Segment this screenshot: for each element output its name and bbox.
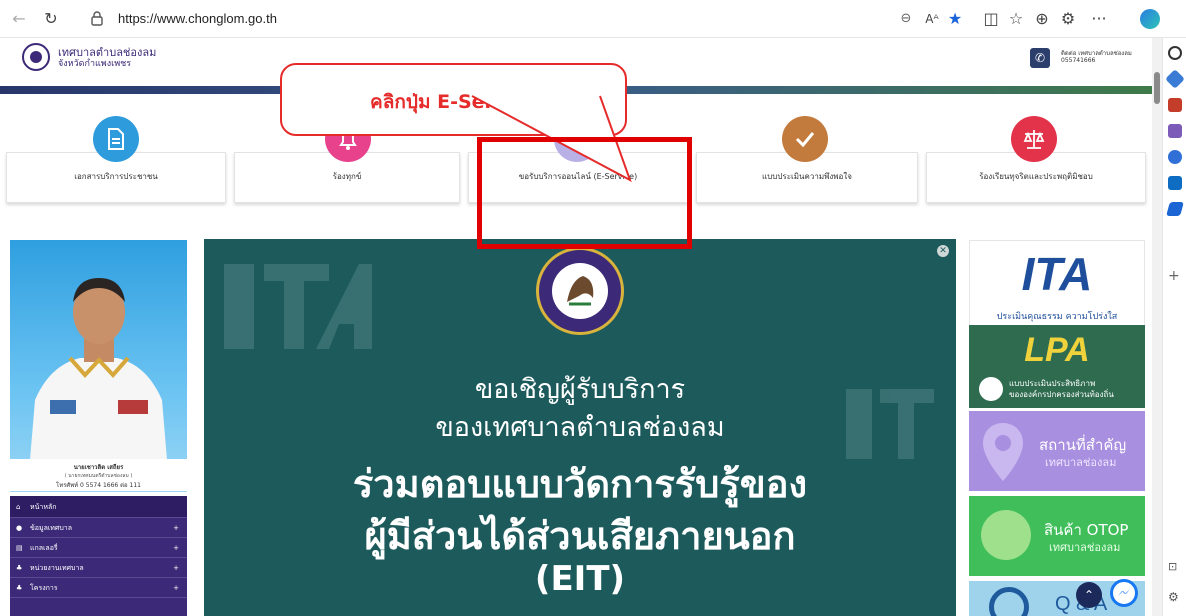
org-chart-icon: ♣ <box>16 564 23 572</box>
web-page: เทศบาลตำบลช่องลม จังหวัดกำแพงเพชร ✆ ติดต… <box>0 38 1152 616</box>
ita-caption: ประเมินคุณธรรม ความโปร่งใส <box>996 312 1118 322</box>
municipality-seal-icon <box>536 247 624 335</box>
banner-line-1: ขอเชิญผู้รับบริการ <box>474 374 686 405</box>
mayor-phone: โทรศัพท์ 0 5574 1666 ต่อ 111 <box>56 482 141 489</box>
banner-line-4: ผู้มีส่วนได้ส่วนเสียภายนอก <box>364 514 796 558</box>
qa-bubble-icon <box>989 587 1029 616</box>
expand-icon: + <box>173 544 179 552</box>
settings-icon[interactable]: ⚙ <box>1168 590 1179 604</box>
read-aloud-icon[interactable]: Aᴬ <box>921 8 943 30</box>
ita-tile[interactable]: ITA ประเมินคุณธรรม ความโปร่งใส <box>969 240 1145 333</box>
refresh-icon[interactable]: ↻ <box>40 8 62 30</box>
favorites-icon[interactable]: ☆ <box>1005 8 1027 30</box>
expand-icon: + <box>173 564 179 572</box>
menu-item-gallery[interactable]: ▤ แกลเลอรี่ + <box>10 538 187 558</box>
banner-close-icon[interactable]: ✕ <box>937 245 949 257</box>
banner-line-5: (EIT) <box>534 559 626 599</box>
otop-tile[interactable]: สินค้า OTOP เทศบาลช่องลม <box>969 496 1145 576</box>
favorite-star-icon[interactable]: ★ <box>944 8 966 30</box>
extensions-icon[interactable]: ⚙ <box>1057 8 1079 30</box>
url-text: https://www.chonglom.go.th <box>118 11 277 26</box>
contact-phone: 055741666 <box>1061 57 1096 64</box>
search-icon[interactable] <box>1168 46 1182 60</box>
briefcase-icon[interactable] <box>1168 98 1182 112</box>
lpa-seal-icon <box>979 377 1003 401</box>
mayor-name: นายเชาวลิต เสถียร <box>73 464 124 471</box>
scales-icon[interactable] <box>1011 116 1057 162</box>
mayor-info: นายเชาวลิต เสถียร ( นายกเทศมนตรีตำบลช่อง… <box>10 459 187 491</box>
scroll-thumb[interactable] <box>1154 72 1160 104</box>
fruit-icon <box>981 510 1031 560</box>
lpa-caption-2: ขององค์กรปกครองส่วนท้องถิ่น <box>1009 390 1114 399</box>
org-province: จังหวัดกำแพงเพชร <box>58 59 132 69</box>
otop-subtitle: เทศบาลช่องลม <box>1049 541 1121 554</box>
card-label: แบบประเมินความพึงพอใจ <box>762 172 852 181</box>
location-pin-icon <box>983 423 1023 481</box>
messenger-icon[interactable] <box>1110 579 1138 607</box>
expand-icon: + <box>173 524 179 532</box>
collections-icon[interactable]: ⊕ <box>1031 8 1053 30</box>
page-scrollbar[interactable] <box>1152 38 1162 616</box>
places-tile[interactable]: สถานที่สำคัญ เทศบาลช่องลม <box>969 411 1145 491</box>
card-label: เอกสารบริการประชาชน <box>74 172 158 181</box>
eit-banner[interactable]: ✕ ขอเชิญผู้รับบริการ ของเทศบาลตำบลช่องลม… <box>204 239 956 616</box>
card-label: ร้องทุกข์ <box>332 172 362 181</box>
side-menu: ⌂ หน้าหลัก ● ข้อมูลเทศบาล + ▤ แกลเลอรี่ + ♣ หน… <box>10 496 187 616</box>
menu-item-projects[interactable]: ♣ โครงการ + <box>10 578 187 598</box>
back-icon[interactable]: ← <box>8 8 30 30</box>
people-icon[interactable] <box>1168 124 1182 138</box>
places-subtitle: เทศบาลช่องลม <box>1045 456 1117 469</box>
menu-item-departments[interactable]: ♣ หน่วยงานเทศบาล + <box>10 558 187 578</box>
outlook-icon[interactable] <box>1168 176 1182 190</box>
e-service-highlight <box>477 137 692 249</box>
lock-icon <box>90 10 104 26</box>
banner-line-2: ของเทศบาลตำบลช่องลม <box>435 412 725 443</box>
address-bar[interactable]: https://www.chonglom.go.th <box>72 6 1012 32</box>
office-icon[interactable] <box>1168 150 1182 164</box>
home-icon: ⌂ <box>16 503 21 511</box>
lpa-tile[interactable]: LPA แบบประเมินประสิทธิภาพ ขององค์กรปกครอ… <box>969 325 1145 408</box>
card-label: ร้องเรียนทุจริตและประพฤติมิชอบ <box>979 172 1093 181</box>
document-icon[interactable] <box>93 116 139 162</box>
gallery-icon: ▤ <box>16 544 23 552</box>
ita-logo: ITA <box>1021 248 1093 300</box>
scroll-top-icon[interactable]: ⌃ <box>1076 582 1102 608</box>
expand-icon: + <box>173 584 179 592</box>
lpa-logo: LPA <box>1024 331 1090 369</box>
mayor-portrait <box>10 240 187 492</box>
add-icon[interactable]: + <box>1168 268 1180 284</box>
tag-icon[interactable] <box>1165 69 1185 89</box>
sidebar-layout-icon[interactable]: ⊡ <box>1168 560 1177 573</box>
menu-item-info[interactable]: ● ข้อมูลเทศบาล + <box>10 518 187 538</box>
info-icon: ● <box>16 524 23 532</box>
check-icon[interactable] <box>782 116 828 162</box>
project-icon: ♣ <box>16 584 23 592</box>
browser-toolbar: ← ↻ https://www.chonglom.go.th ⊖ Aᴬ ★ ◫ … <box>0 0 1186 38</box>
municipality-logo[interactable] <box>22 43 50 71</box>
zoom-icon[interactable]: ⊖ <box>895 8 917 30</box>
copilot-icon[interactable] <box>1140 9 1160 29</box>
phone-icon: ✆ <box>1030 48 1050 68</box>
menu-item-home[interactable]: ⌂ หน้าหลัก <box>10 496 187 518</box>
split-screen-icon[interactable]: ◫ <box>980 8 1002 30</box>
mayor-position: ( นายกเทศมนตรีตำบลช่องลม ) <box>64 473 133 479</box>
edge-sidebar: + ⊡ ⚙ <box>1162 38 1186 616</box>
send-icon[interactable] <box>1166 202 1184 216</box>
more-menu-icon[interactable]: ··· <box>1088 8 1110 30</box>
